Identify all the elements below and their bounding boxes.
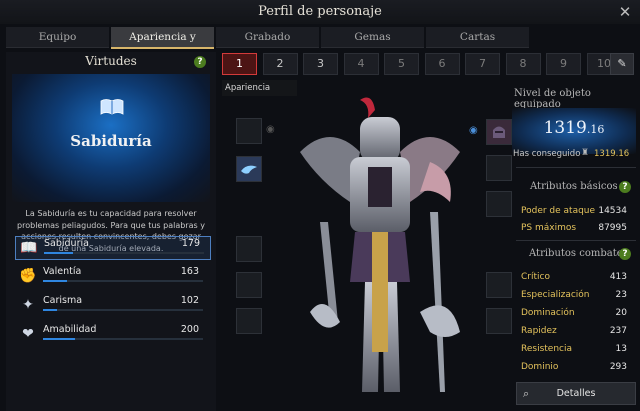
tab-apariencia-y-virtudes[interactable]: Apariencia y virtudes — [111, 27, 214, 63]
stat-value: 413 — [609, 272, 627, 282]
tab-equipo[interactable]: Equipo — [6, 27, 109, 48]
virtue-label: Valentía — [43, 266, 82, 277]
virtue-value: 102 — [180, 295, 199, 306]
helmet-icon — [493, 126, 505, 138]
item-level-main: 1319 — [543, 118, 587, 138]
character-model — [300, 97, 460, 392]
combat-title: Atributos combate — [529, 248, 623, 259]
virtue-bar-fill — [43, 280, 67, 282]
eye-icon[interactable]: ◉ — [266, 125, 278, 135]
virtue-row-amabilidad[interactable]: ❤ Amabilidad 200 — [15, 323, 209, 345]
virtue-bar — [44, 252, 204, 254]
slot-5[interactable]: 5 — [384, 53, 419, 75]
stat-name: Resistencia — [521, 344, 572, 354]
help-icon[interactable]: ? — [619, 181, 631, 193]
stat-name: Poder de ataque — [521, 206, 596, 216]
equip-slot-face[interactable] — [236, 156, 262, 182]
virtue-bar-fill — [43, 309, 58, 311]
virtue-row-sabiduria[interactable]: 📖 Sabiduría 179 — [15, 236, 211, 260]
divider — [516, 167, 636, 168]
help-icon[interactable]: ? — [194, 56, 206, 68]
virtues-panel: Virtudes ? Sabiduría La Sabiduría es tu … — [6, 52, 216, 411]
details-label: Detalles — [556, 388, 596, 399]
stat-value: 23 — [615, 290, 627, 300]
edit-icon[interactable]: ✎ — [610, 53, 634, 75]
virtue-bar-fill — [44, 252, 73, 254]
stat-name: Especialización — [521, 290, 590, 300]
slot-3[interactable]: 3 — [303, 53, 338, 75]
item-level-box: 1319.16 — [512, 108, 636, 154]
stat-name: Dominación — [521, 308, 575, 318]
virtue-bar — [43, 338, 203, 340]
item-level-value: 1319.16 — [512, 118, 636, 138]
virtues-title: Virtudes — [85, 54, 137, 68]
virtue-label: Amabilidad — [43, 324, 97, 335]
item-level-title: Nivel de objeto equipado — [514, 88, 591, 110]
equip-slot-head-right[interactable] — [486, 119, 512, 145]
slot-9[interactable]: 9 — [546, 53, 581, 75]
dolphin-icon — [241, 165, 257, 174]
stat-value: 237 — [609, 326, 627, 336]
virtue-banner: Sabiduría — [12, 74, 210, 202]
equip-slot-head[interactable] — [236, 118, 262, 144]
virtue-bar — [43, 309, 203, 311]
stat-name: Dominio — [521, 362, 559, 372]
tab-gemas[interactable]: Gemas — [321, 27, 424, 48]
slot-6[interactable]: 6 — [424, 53, 460, 75]
stat-value: 87995 — [598, 223, 627, 233]
slot-8[interactable]: 8 — [505, 53, 541, 75]
divider — [516, 240, 636, 241]
heart-hand-icon: ❤ — [22, 326, 34, 342]
stat-value: 20 — [615, 308, 627, 318]
slot-1[interactable]: 1 — [222, 53, 257, 75]
virtue-value: 163 — [180, 266, 199, 277]
equip-slot-shoulder[interactable] — [486, 155, 512, 181]
fist-icon: ✊ — [19, 268, 37, 284]
virtue-label: Carisma — [43, 295, 83, 306]
stat-value: 14534 — [598, 206, 627, 216]
stat-name: Crítico — [521, 272, 550, 282]
equip-slot-chest[interactable] — [236, 272, 262, 298]
equip-slot-gloves[interactable] — [486, 308, 512, 334]
basic-title: Atributos básicos — [530, 181, 618, 192]
help-icon[interactable]: ? — [619, 248, 631, 260]
item-level-decimal: .16 — [586, 123, 605, 136]
slot-7[interactable]: 7 — [465, 53, 500, 75]
virtue-value: 200 — [180, 324, 199, 335]
slot-4[interactable]: 4 — [343, 53, 379, 75]
equip-slot-bottom[interactable] — [486, 272, 512, 298]
stat-name: PS máximos — [521, 223, 577, 233]
book-icon — [100, 99, 124, 115]
preset-slots: 1 2 3 4 5 6 7 8 9 10 — [222, 53, 627, 75]
virtue-row-carisma[interactable]: ✦ Carisma 102 — [15, 294, 209, 316]
stat-value: 293 — [609, 362, 627, 372]
slot-2[interactable]: 2 — [262, 53, 298, 75]
gem-icon: ♜ — [581, 148, 590, 158]
virtue-label: Sabiduría — [44, 238, 89, 249]
window-title: Perfil de personaje — [258, 4, 382, 19]
equip-slot-weapon[interactable] — [236, 236, 262, 262]
tab-cartas[interactable]: Cartas — [426, 27, 529, 48]
details-button[interactable]: ⌕ Detalles — [516, 382, 636, 405]
tab-bar: Equipo Apariencia y virtudes Grabado Gem… — [6, 27, 531, 63]
stat-value: 13 — [615, 344, 627, 354]
search-icon: ⌕ — [523, 387, 530, 400]
close-icon[interactable]: ✕ — [616, 3, 634, 21]
achieved-value: 1319.16 — [594, 149, 630, 159]
stat-name: Rapidez — [521, 326, 557, 336]
selected-virtue-name: Sabiduría — [70, 132, 152, 150]
equip-slot-top[interactable] — [486, 191, 512, 217]
achieved-label: Has conseguido — [513, 149, 581, 159]
tab-grabado[interactable]: Grabado — [216, 27, 319, 48]
sparkle-icon: ✦ — [22, 297, 34, 313]
title-bar: Perfil de personaje ✕ — [0, 0, 640, 24]
virtue-row-valentia[interactable]: ✊ Valentía 163 — [15, 265, 209, 287]
virtue-bar — [43, 280, 203, 282]
equip-slot-legs[interactable] — [236, 308, 262, 334]
book-icon: 📖 — [20, 240, 38, 256]
virtue-bar-fill — [43, 338, 75, 340]
virtue-value: 179 — [181, 238, 200, 249]
